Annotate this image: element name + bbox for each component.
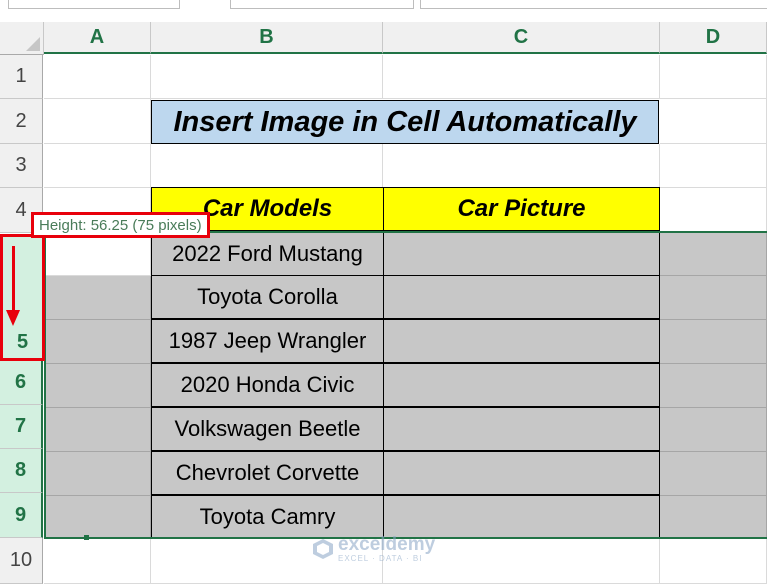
column-header-c[interactable]: C [383, 22, 660, 54]
cell-b1[interactable] [151, 55, 383, 99]
cell-a8[interactable] [44, 364, 151, 408]
formula-bar-input[interactable] [420, 0, 767, 9]
cell-a7[interactable] [44, 320, 151, 364]
cell-a11[interactable] [44, 496, 151, 539]
cell-d8[interactable] [660, 364, 767, 408]
cell-a5[interactable] [44, 232, 151, 276]
cell-c3[interactable] [383, 144, 660, 188]
picture-cell[interactable] [383, 451, 660, 495]
cell-d10[interactable] [660, 452, 767, 496]
cell-a1[interactable] [44, 55, 151, 99]
row-header-6[interactable]: 6 [0, 361, 43, 405]
formula-bar-strip [0, 0, 767, 23]
cell-d11[interactable] [660, 496, 767, 539]
watermark-name: exceldemy [338, 534, 436, 555]
cell-d1[interactable] [660, 55, 767, 99]
cell-d4[interactable] [660, 188, 767, 232]
picture-cell[interactable] [383, 407, 660, 451]
cell-a6[interactable] [44, 276, 151, 320]
watermark-tagline: EXCEL · DATA · BI [338, 554, 423, 563]
fill-handle[interactable] [84, 535, 89, 540]
worksheet-grid[interactable]: Insert Image in Cell Automatically Car M… [44, 55, 767, 584]
cell-d7[interactable] [660, 320, 767, 364]
model-cell[interactable]: Chevrolet Corvette [151, 451, 384, 495]
model-cell[interactable]: Toyota Corolla [151, 275, 384, 319]
name-box[interactable] [8, 0, 180, 9]
row-header-8[interactable]: 8 [0, 449, 43, 493]
picture-cell[interactable] [383, 319, 660, 363]
select-all-corner[interactable] [0, 22, 44, 55]
row-resize-highlight[interactable]: 5 [0, 234, 45, 361]
picture-cell[interactable] [383, 495, 660, 539]
model-cell[interactable]: Toyota Camry [151, 495, 384, 539]
header-car-picture[interactable]: Car Picture [383, 187, 660, 231]
model-cell[interactable]: 2022 Ford Mustang [151, 232, 384, 276]
select-all-triangle-icon [26, 37, 40, 51]
column-header-b[interactable]: B [151, 22, 383, 54]
cell-a9[interactable] [44, 408, 151, 452]
column-header-a[interactable]: A [44, 22, 151, 54]
cell-d5[interactable] [660, 232, 767, 276]
formula-bar-left[interactable] [230, 0, 414, 9]
row-header-7[interactable]: 7 [0, 405, 43, 449]
cell-a10[interactable] [44, 452, 151, 496]
row-header-5[interactable]: 5 [3, 331, 42, 354]
row-header-1[interactable]: 1 [0, 55, 43, 99]
cell-d2[interactable] [660, 99, 767, 144]
row-header-3[interactable]: 3 [0, 144, 43, 188]
cell-a12[interactable] [44, 539, 151, 584]
row-height-tooltip: Height: 56.25 (75 pixels) [31, 212, 210, 238]
cell-a2[interactable] [44, 99, 151, 144]
column-header-d[interactable]: D [660, 22, 767, 54]
cell-b3[interactable] [151, 144, 383, 188]
picture-cell[interactable] [383, 363, 660, 407]
row-header-10[interactable]: 10 [0, 538, 43, 584]
model-cell[interactable]: 1987 Jeep Wrangler [151, 319, 384, 363]
cell-d9[interactable] [660, 408, 767, 452]
title-cell[interactable]: Insert Image in Cell Automatically [151, 100, 659, 144]
cell-d6[interactable] [660, 276, 767, 320]
down-arrow-icon [6, 246, 20, 326]
cell-d12[interactable] [660, 539, 767, 584]
row-header-9[interactable]: 9 [0, 493, 43, 538]
model-cell[interactable]: Volkswagen Beetle [151, 407, 384, 451]
model-cell[interactable]: 2020 Honda Civic [151, 363, 384, 407]
picture-cell[interactable] [383, 275, 660, 319]
exceldemy-watermark: exceldemy EXCEL · DATA · BI [312, 535, 435, 563]
row-header-2[interactable]: 2 [0, 99, 43, 144]
exceldemy-logo-icon [313, 539, 333, 559]
cell-d3[interactable] [660, 144, 767, 188]
cell-c1[interactable] [383, 55, 660, 99]
picture-cell[interactable] [383, 232, 660, 276]
cell-a3[interactable] [44, 144, 151, 188]
